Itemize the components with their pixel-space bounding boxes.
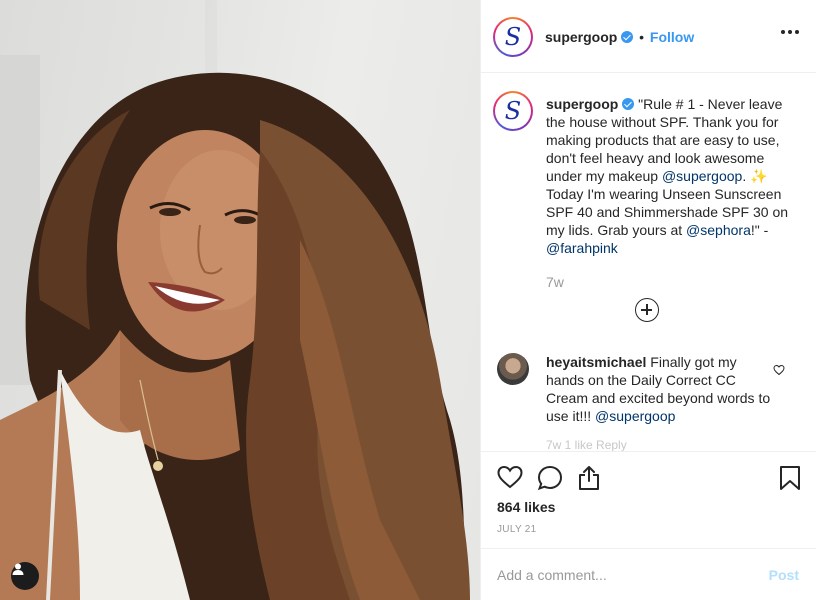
more-options-icon[interactable] [781, 30, 799, 34]
add-comment-input[interactable]: Add a comment... [497, 567, 607, 583]
bookmark-icon[interactable] [779, 465, 801, 491]
avatar-logo: S [504, 23, 522, 51]
header-username[interactable]: supergoop [545, 29, 617, 45]
comments-section[interactable]: S supergoop "Rule # 1 - Never leave the … [481, 73, 816, 451]
caption-username[interactable]: supergoop [546, 96, 618, 112]
comment-username[interactable]: heyaitsmichael [546, 354, 646, 370]
load-more-comments-icon[interactable] [635, 298, 659, 322]
post-window: S supergoop • Follow S supergoop "Rule #… [0, 0, 816, 600]
photo-illustration [0, 0, 471, 600]
comment-mention[interactable]: @supergoop [595, 408, 675, 424]
caption-timestamp[interactable]: 7w [546, 274, 564, 290]
follow-button[interactable]: Follow [650, 29, 694, 45]
post-sidebar: S supergoop • Follow S supergoop "Rule #… [480, 0, 816, 600]
post-photo [0, 0, 480, 600]
comment-item: heyaitsmichael Finally got my hands on t… [546, 353, 771, 425]
caption-text-3: !" - [750, 222, 769, 238]
post-header: S supergoop • Follow [481, 0, 816, 73]
caption-avatar-logo: S [504, 97, 522, 125]
post-actions: 864 likes JULY 21 [481, 451, 816, 548]
comment-icon[interactable] [537, 465, 563, 491]
comment-meta: 7w 1 like Reply [546, 438, 627, 451]
post-date[interactable]: JULY 21 [497, 524, 537, 535]
caption-verified-icon [622, 98, 635, 110]
likes-count[interactable]: 864 likes [497, 499, 555, 515]
profile-avatar[interactable]: S [493, 17, 533, 57]
share-icon[interactable] [577, 465, 601, 491]
comment-like-heart-icon[interactable] [773, 364, 785, 376]
commenter-avatar[interactable] [497, 353, 529, 385]
caption-avatar[interactable]: S [493, 91, 533, 131]
caption-mention-farahpink[interactable]: @farahpink [546, 240, 618, 256]
user-tag-icon[interactable] [11, 562, 39, 590]
header-separator: • [639, 29, 645, 45]
caption-mention-sephora[interactable]: @sephora [686, 222, 751, 238]
caption-mention-supergoop[interactable]: @supergoop [662, 168, 742, 184]
verified-badge-icon [621, 31, 634, 43]
post-comment-button[interactable]: Post [769, 567, 799, 583]
add-comment-bar: Add a comment... Post [481, 548, 816, 600]
post-caption: supergoop "Rule # 1 - Never leave the ho… [546, 95, 796, 257]
heart-icon[interactable] [497, 465, 523, 489]
header-info: supergoop • Follow [545, 29, 694, 45]
